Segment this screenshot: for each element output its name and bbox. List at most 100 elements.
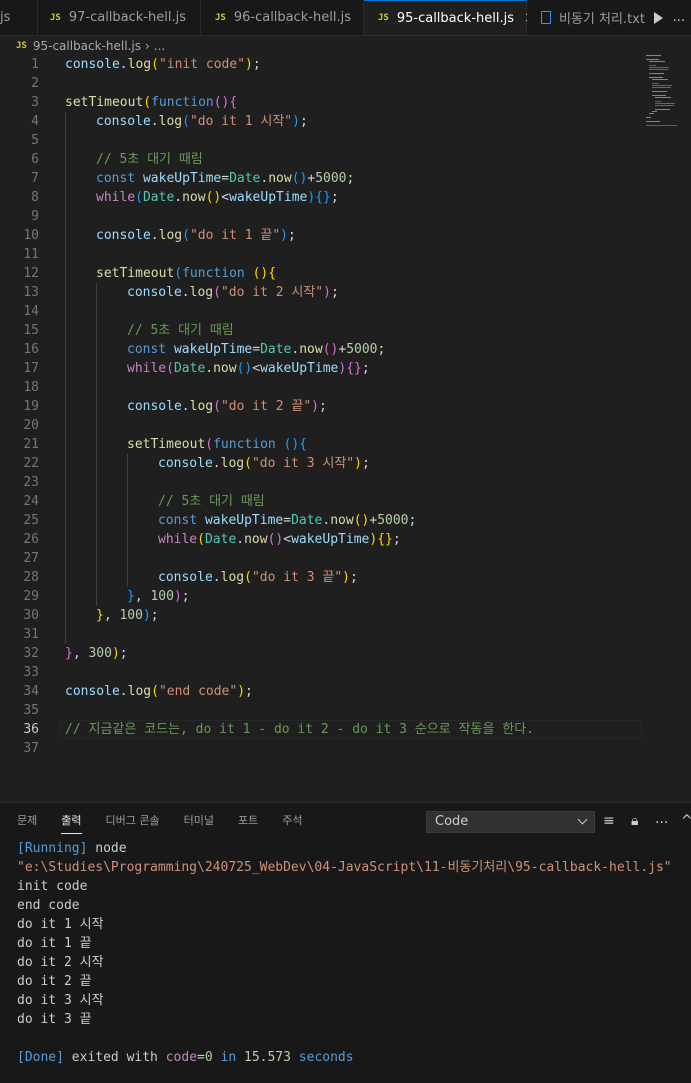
run-icon[interactable] — [653, 11, 663, 24]
minimap-line — [649, 113, 654, 114]
code-line[interactable]: 9 — [0, 207, 691, 226]
running-line: [Running] node — [17, 839, 672, 858]
code-line[interactable]: 14 — [0, 302, 691, 321]
lock-scroll-icon[interactable]: 🔒︎ — [631, 813, 638, 829]
line-number: 18 — [23, 380, 39, 395]
code-token: = — [252, 342, 261, 357]
code-line[interactable]: 11 — [0, 245, 691, 264]
code-line[interactable]: 30}, 100); — [0, 606, 691, 625]
code-token: { — [299, 437, 308, 452]
code-token: console — [96, 114, 151, 129]
panel-tab[interactable]: 디버그 콘솔 — [94, 803, 172, 839]
panel-tab[interactable]: 문제 — [0, 803, 49, 839]
code-text: console.log("do it 1 시작"); — [96, 112, 308, 131]
code-line[interactable]: 33 — [0, 663, 691, 682]
code-token: now — [330, 513, 354, 528]
code-token: ) — [338, 361, 347, 376]
code-line[interactable]: 2 — [0, 74, 691, 93]
code-line[interactable]: 27 — [0, 549, 691, 568]
panel-tab[interactable]: 포트 — [226, 803, 270, 839]
code-editor[interactable]: 1 console.log("init code"); 2 3 setTimeout(f… — [0, 55, 691, 800]
code-line[interactable]: 18 — [0, 378, 691, 397]
code-text: while(Date.now()<wakeUpTime){}; — [127, 359, 370, 378]
code-text: // 5초 대기 때림 — [158, 492, 265, 511]
code-line[interactable]: 21 setTimeout(function (){ — [0, 435, 691, 454]
chevron-up-icon[interactable]: ^ — [681, 813, 691, 829]
code-token: . — [212, 570, 221, 585]
line-number: 5 — [31, 133, 39, 148]
line-number: 10 — [23, 228, 39, 243]
clear-output-icon[interactable]: ≡ — [603, 813, 615, 829]
line-number: 31 — [23, 627, 39, 642]
code-token: 300 — [88, 646, 112, 661]
code-line[interactable]: 22 console.log("do it 3 시작"); — [0, 454, 691, 473]
tab-partial-js[interactable]: js — [0, 0, 38, 35]
code-token: function — [182, 266, 245, 281]
code-line[interactable]: 32}, 300); — [0, 644, 691, 663]
code-line[interactable]: 5 — [0, 131, 691, 150]
code-token: ; — [361, 456, 370, 471]
code-line[interactable]: 3 setTimeout(function(){ — [0, 93, 691, 112]
more-actions-icon[interactable]: ... — [673, 10, 685, 25]
code-token: now — [244, 532, 268, 547]
code-line[interactable]: 24 // 5초 대기 때림 — [0, 492, 691, 511]
code-line[interactable]: 29}, 100); — [0, 587, 691, 606]
code-token: log — [127, 684, 152, 699]
panel-tab[interactable]: 터미널 — [172, 803, 226, 839]
breadcrumb-file[interactable]: 95-callback-hell.js — [33, 39, 141, 53]
code-line[interactable]: 10 console.log("do it 1 끝"); — [0, 226, 691, 245]
code-token: 5000 — [315, 171, 347, 186]
code-line[interactable]: 4 console.log("do it 1 시작"); — [0, 112, 691, 131]
code-token: () — [322, 342, 339, 357]
line-number: 34 — [23, 684, 39, 699]
code-text: console.log("do it 3 끝"); — [158, 568, 358, 587]
output-channel-select[interactable]: Code — [426, 811, 595, 833]
code-line[interactable]: 34 console.log("end code"); — [0, 682, 691, 701]
code-line[interactable]: 17 while(Date.now()<wakeUpTime){}; — [0, 359, 691, 378]
code-token: setTimeout — [96, 266, 175, 281]
panel-tab[interactable]: 출력 — [49, 803, 93, 839]
code-text: while(Date.now()<wakeUpTime){}; — [158, 530, 401, 549]
code-line[interactable]: 7 const wakeUpTime=Date.now()+5000; — [0, 169, 691, 188]
code-line[interactable]: 28 console.log("do it 3 끝"); — [0, 568, 691, 587]
code-line[interactable]: 23 — [0, 473, 691, 492]
more-actions-icon[interactable]: ... — [655, 811, 668, 827]
code-line[interactable]: 16 const wakeUpTime=Date.now()+5000; — [0, 340, 691, 359]
code-token: . — [205, 361, 214, 376]
code-token: . — [181, 399, 190, 414]
code-token: Date — [229, 171, 261, 186]
code-line[interactable]: 20 — [0, 416, 691, 435]
code-text: }, 100); — [96, 606, 159, 625]
code-line[interactable]: 35 — [0, 701, 691, 720]
code-token: ; — [319, 399, 327, 414]
panel-tab[interactable]: 주석 — [270, 803, 314, 839]
code-token: "do it 3 끝" — [251, 570, 343, 585]
line-number: 11 — [23, 247, 39, 262]
code-line[interactable]: 1 console.log("init code"); — [0, 55, 691, 74]
tab-97-callback-hell[interactable]: JS 97-callback-hell.js — [38, 0, 201, 35]
tab-95-callback-hell[interactable]: JS 95-callback-hell.js × — [364, 0, 536, 35]
code-token: } — [127, 589, 135, 604]
line-number: 36 — [23, 722, 39, 737]
code-line[interactable]: 31 — [0, 625, 691, 644]
code-token: 100 — [150, 589, 174, 604]
breadcrumb-symbol[interactable]: ... — [154, 39, 165, 53]
code-line[interactable]: 8 while(Date.now()<wakeUpTime){}; — [0, 188, 691, 207]
tab-96-callback-hell[interactable]: JS 96-callback-hell.js — [201, 0, 364, 35]
line-number: 26 — [23, 532, 39, 547]
code-token: ) — [342, 570, 350, 585]
code-line[interactable]: 19 console.log("do it 2 끝"); — [0, 397, 691, 416]
code-line[interactable]: 6 // 5초 대기 때림 — [0, 150, 691, 169]
code-line[interactable]: 13 console.log("do it 2 시작"); — [0, 283, 691, 302]
code-line[interactable]: 36 // 지금같은 코드는, do it 1 - do it 2 - do it… — [0, 720, 691, 739]
tab-async-notes-txt[interactable]: 비동기 처리.txt — [527, 0, 656, 35]
code-line[interactable]: 37 — [0, 739, 691, 758]
minimap[interactable] — [646, 55, 690, 135]
code-line[interactable]: 15 // 5초 대기 때림 — [0, 321, 691, 340]
code-line[interactable]: 12 setTimeout(function (){ — [0, 264, 691, 283]
code-token: ( — [213, 285, 221, 300]
code-line[interactable]: 25 const wakeUpTime=Date.now()+5000; — [0, 511, 691, 530]
line-number: 3 — [31, 95, 39, 110]
code-line[interactable]: 26 while(Date.now()<wakeUpTime){}; — [0, 530, 691, 549]
done-line: [Done] exited with code=0 in 15.573 seco… — [17, 1048, 672, 1067]
